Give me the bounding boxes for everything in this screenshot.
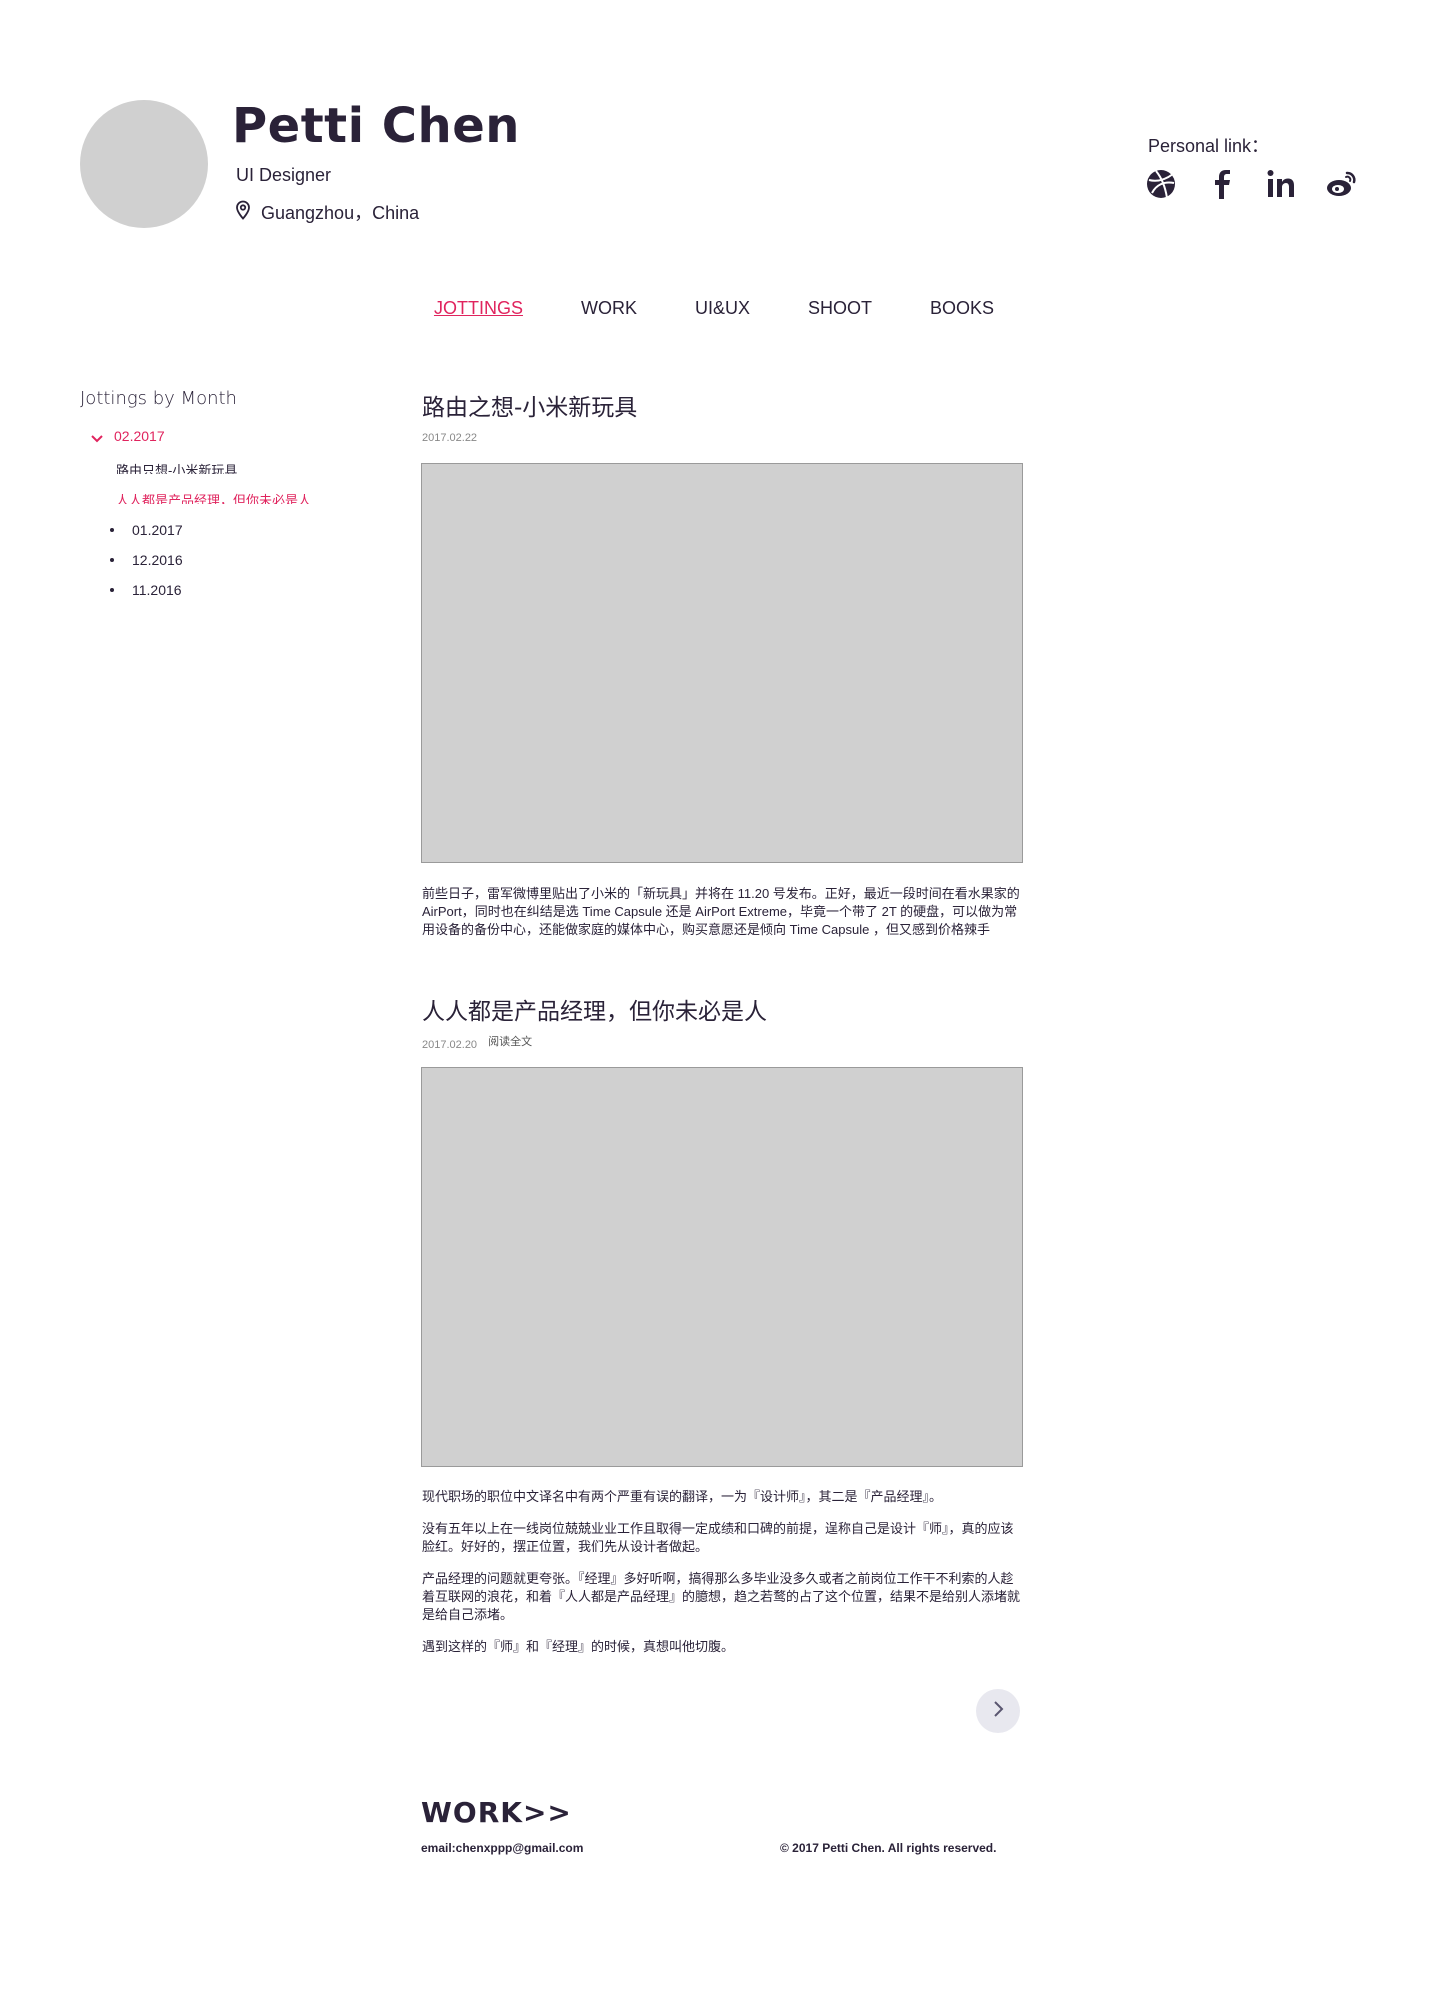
main-nav: JOTTINGS WORK UI&UX SHOOT BOOKS	[0, 298, 1440, 319]
linkedin-icon[interactable]	[1264, 166, 1300, 202]
nav-uiux[interactable]: UI&UX	[695, 298, 750, 319]
post-title[interactable]: 路由之想-小米新玩具	[422, 388, 637, 422]
sidebar-month-label: 02.2017	[114, 428, 165, 444]
footer-email[interactable]: email:chenxppp@gmail.com	[421, 1841, 583, 1855]
location-text: Guangzhou，China	[261, 203, 420, 223]
post-excerpt: 前些日子，雷军微博里贴出了小米的「新玩具」并将在 11.20 号发布。正好，最近…	[422, 885, 1020, 953]
avatar	[80, 100, 208, 228]
nav-work[interactable]: WORK	[581, 298, 637, 319]
post-date-text: 2017.02.20	[422, 1039, 478, 1051]
post-image	[421, 463, 1023, 863]
sidebar-month-02-2017[interactable]: 02.2017	[90, 428, 165, 444]
post-paragraph: 遇到这样的『师』和『经理』的时候，真想叫他切腹。	[422, 1639, 735, 1654]
profile-role: UI Designer	[236, 165, 332, 185]
personal-link-label: Personal link：	[1148, 136, 1270, 156]
footer-work-link[interactable]: WORK>>	[421, 1796, 572, 1829]
post-date: 2017.02.20 阅读全文	[422, 1036, 532, 1052]
profile-name: Petti Chen	[232, 98, 520, 154]
post-paragraph: 没有五年以上在一线岗位兢兢业业工作且取得一定成绩和口碑的前提，逞称自己是设计『师…	[422, 1521, 1014, 1554]
profile-location: Guangzhou，China	[233, 199, 419, 225]
dribbble-icon[interactable]	[1143, 166, 1179, 202]
post-date: 2017.02.22	[422, 432, 478, 444]
next-page-button[interactable]	[976, 1689, 1020, 1733]
sidebar-month-label: 11.2016	[132, 582, 182, 598]
post-paragraph: 产品经理的问题就更夸张。『经理』多好听啊，搞得那么多毕业没多久或者之前岗位工作干…	[422, 1571, 1020, 1622]
bullet-icon	[110, 558, 114, 562]
sidebar-month-11-2016[interactable]: 11.2016	[110, 582, 182, 598]
post-title[interactable]: 人人都是产品经理，但你未必是人	[422, 992, 767, 1026]
sidebar-title: Jottings by Month	[80, 388, 237, 409]
sidebar-post-link-active[interactable]: 人人都是产品经理，但你未必是人	[116, 490, 311, 504]
post-paragraph: 现代职场的职位中文译名中有两个严重有误的翻译，一为『设计师』，其二是『产品经理』…	[422, 1489, 943, 1504]
nav-shoot[interactable]: SHOOT	[808, 298, 872, 319]
read-more-link[interactable]: 阅读全文	[488, 1036, 532, 1048]
facebook-icon[interactable]	[1204, 166, 1240, 202]
sidebar-month-label: 12.2016	[132, 552, 183, 568]
nav-books[interactable]: BOOKS	[930, 298, 994, 319]
post-excerpt: 现代职场的职位中文译名中有两个严重有误的翻译，一为『设计师』，其二是『产品经理』…	[422, 1488, 1020, 1654]
footer-copyright: © 2017 Petti Chen. All rights reserved.	[780, 1841, 997, 1855]
bullet-icon	[110, 528, 114, 532]
post-image	[421, 1067, 1023, 1467]
nav-jottings[interactable]: JOTTINGS	[434, 298, 523, 319]
chevron-down-icon	[90, 431, 104, 443]
sidebar-month-label: 01.2017	[132, 522, 183, 538]
post-paragraph: 前些日子，雷军微博里贴出了小米的「新玩具」并将在 11.20 号发布。正好，最近…	[422, 886, 1020, 937]
sidebar-month-12-2016[interactable]: 12.2016	[110, 552, 183, 568]
location-pin-icon	[233, 200, 253, 225]
sidebar-month-01-2017[interactable]: 01.2017	[110, 522, 183, 538]
sidebar-post-link[interactable]: 路由只想-小米新玩具	[116, 460, 237, 474]
bullet-icon	[110, 588, 114, 592]
chevron-right-icon	[989, 1700, 1007, 1723]
weibo-icon[interactable]	[1324, 166, 1360, 202]
